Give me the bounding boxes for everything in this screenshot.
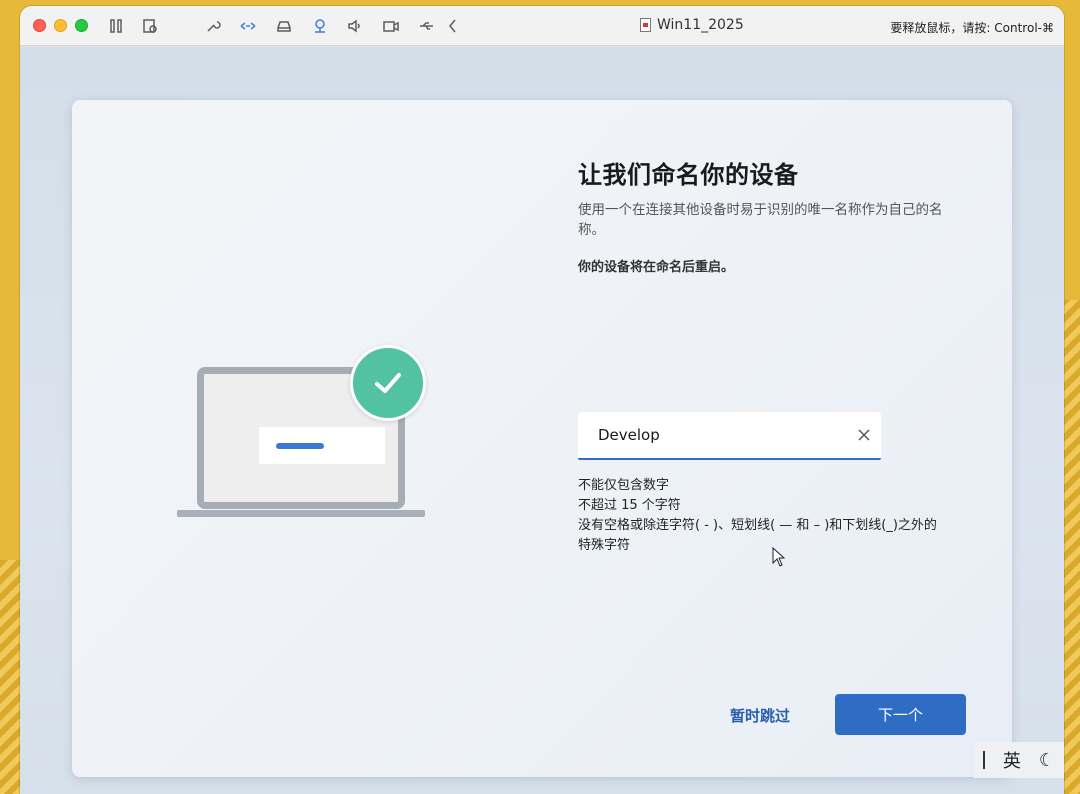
illustration-name-box	[259, 427, 385, 464]
pause-icon[interactable]	[106, 16, 126, 36]
ime-indicator: 英 ☾	[974, 742, 1064, 778]
page-description: 使用一个在连接其他设备时易于识别的唯一名称作为自己的名称。	[578, 202, 943, 238]
wrench-icon[interactable]	[203, 16, 223, 36]
mouse-release-hint: 要释放鼠标，请按: Control-⌘	[890, 21, 1054, 35]
zoom-window-button[interactable]	[75, 19, 88, 32]
guest-screen: 让我们命名你的设备 使用一个在连接其他设备时易于识别的唯一名称作为自己的名称。 …	[20, 47, 1064, 794]
disk-icon[interactable]	[274, 16, 294, 36]
desktop-wallpaper	[1062, 300, 1080, 794]
camera-icon[interactable]	[381, 16, 401, 36]
moon-icon[interactable]: ☾	[1039, 750, 1055, 771]
ime-separator	[982, 751, 985, 769]
ime-language[interactable]: 英	[1003, 747, 1021, 773]
device-name-input[interactable]	[578, 412, 848, 458]
minimize-window-button[interactable]	[54, 19, 67, 32]
rule-item: 不能仅包含数字	[578, 478, 670, 493]
rule-item: 不超过 15 个字符	[578, 498, 681, 513]
back-chevron-icon[interactable]	[443, 16, 463, 36]
window-title-text: Win11_2025	[657, 17, 744, 33]
device-name-field	[578, 412, 881, 460]
laptop-illustration	[177, 345, 437, 525]
restart-note: 你的设备将在命名后重启。	[578, 260, 735, 275]
illustration-name-bar	[276, 443, 324, 449]
laptop-base	[177, 510, 425, 517]
snapshot-icon[interactable]	[140, 16, 160, 36]
usb-icon[interactable]	[417, 16, 437, 36]
desktop-wallpaper	[0, 560, 20, 794]
naming-rules: 不能仅包含数字 不超过 15 个字符 没有空格或除连字符( - )、短划线( —…	[578, 476, 978, 556]
vm-titlebar: Win11_2025 要释放鼠标，请按: Control-⌘	[20, 6, 1064, 46]
skip-for-now-link[interactable]: 暂时跳过	[730, 705, 790, 726]
window-controls	[33, 19, 88, 32]
vm-document-icon	[640, 18, 651, 32]
close-window-button[interactable]	[33, 19, 46, 32]
page-title: 让我们命名你的设备	[578, 161, 799, 189]
rule-item: 没有空格或除连字符( - )、短划线( — 和 – )和下划线(_)之外的	[578, 518, 937, 533]
network-icon[interactable]	[238, 16, 258, 36]
vm-window: Win11_2025 要释放鼠标，请按: Control-⌘ 让我们命名你的设备…	[20, 6, 1064, 794]
clear-icon[interactable]	[855, 426, 873, 444]
checkmark-icon	[350, 345, 426, 421]
speaker-icon[interactable]	[345, 16, 365, 36]
webcam-icon[interactable]	[310, 16, 330, 36]
mouse-cursor-icon	[772, 546, 786, 571]
next-button[interactable]: 下一个	[835, 694, 966, 735]
oobe-card: 让我们命名你的设备 使用一个在连接其他设备时易于识别的唯一名称作为自己的名称。 …	[72, 100, 1012, 777]
window-title: Win11_2025	[640, 17, 744, 33]
